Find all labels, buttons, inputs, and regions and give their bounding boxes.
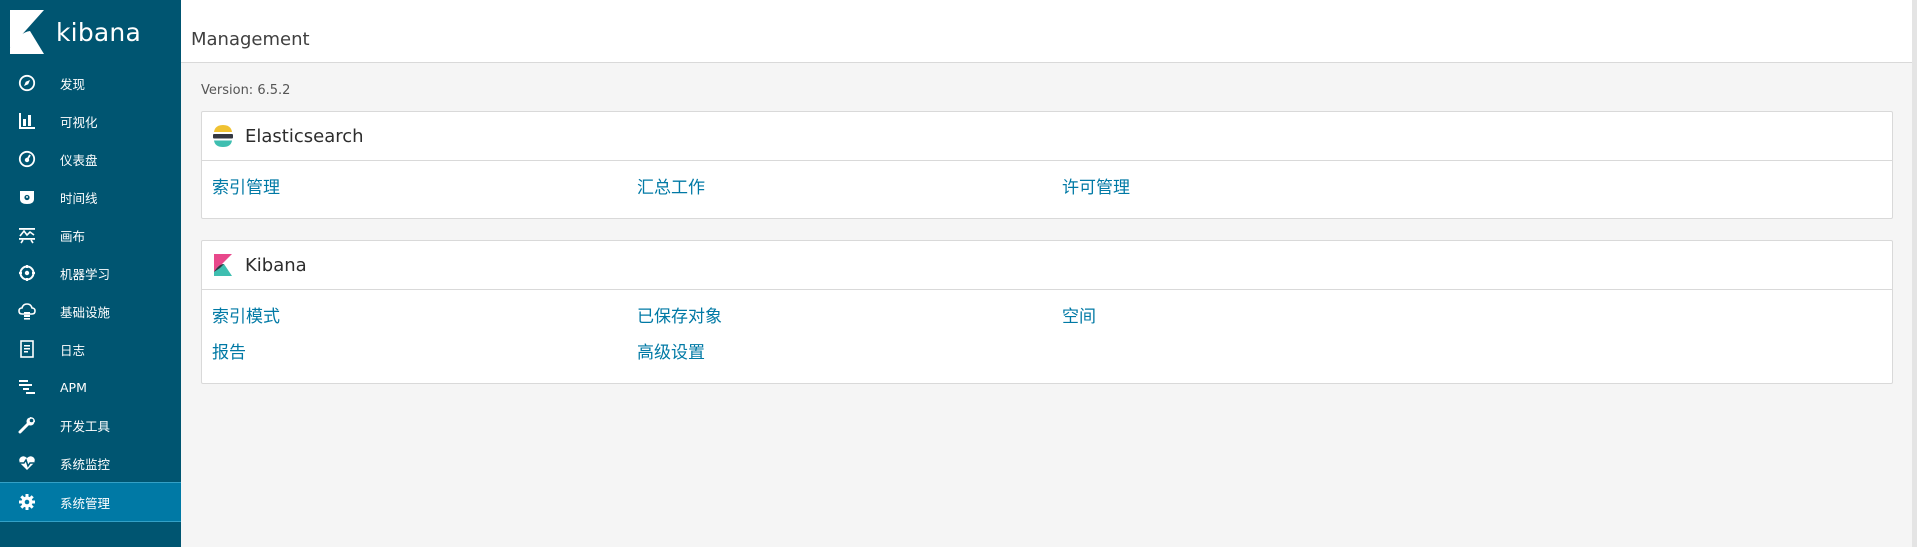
nav-item-label: 基础设施 xyxy=(60,304,111,320)
elasticsearch-logo-icon xyxy=(213,125,233,147)
kibana-logo-icon xyxy=(214,254,232,276)
panel-links: 索引模式 已保存对象 空间 报告 高级设置 xyxy=(202,290,1892,390)
logs-icon xyxy=(17,339,37,359)
nav-item-label: 系统监控 xyxy=(60,456,111,472)
nav-item-label: APM xyxy=(60,379,87,395)
sidebar: kibana 发现 可视化 仪表盘 时间线 画布 机器学习 基础设施 日志 AP… xyxy=(0,0,181,547)
scrollbar[interactable] xyxy=(1912,0,1917,547)
elasticsearch-panel: Elasticsearch 索引管理 汇总工作 许可管理 xyxy=(201,111,1893,219)
nav-item-machine-learning[interactable]: 机器学习 xyxy=(0,254,181,292)
brand-name: kibana xyxy=(56,17,141,47)
nav-item-apm[interactable]: APM xyxy=(0,368,181,406)
page-title: Management xyxy=(191,29,310,50)
wrench-icon xyxy=(17,415,37,435)
nav-item-timelion[interactable]: 时间线 xyxy=(0,178,181,216)
nav-item-label: 系统管理 xyxy=(60,495,111,511)
nav-item-label: 时间线 xyxy=(60,190,98,206)
nav-item-label: 开发工具 xyxy=(60,418,111,434)
heart-monitor-icon xyxy=(17,453,37,473)
nav-item-label: 可视化 xyxy=(60,114,98,130)
link-license-management[interactable]: 许可管理 xyxy=(1062,177,1487,213)
nav-item-infrastructure[interactable]: 基础设施 xyxy=(0,292,181,330)
apm-icon xyxy=(17,377,37,397)
link-rollup-jobs[interactable]: 汇总工作 xyxy=(637,177,1062,213)
kibana-logo-icon xyxy=(10,10,44,54)
dashboard-icon xyxy=(17,149,37,169)
link-index-patterns[interactable]: 索引模式 xyxy=(212,306,637,342)
nav-item-management[interactable]: 系统管理 xyxy=(0,482,181,522)
top-bar: Management xyxy=(181,0,1912,63)
nav-item-dev-tools[interactable]: 开发工具 xyxy=(0,406,181,444)
panel-links: 索引管理 汇总工作 许可管理 xyxy=(202,161,1892,225)
version-text: Version: 6.5.2 xyxy=(201,83,291,98)
panel-title: Kibana xyxy=(245,254,307,276)
nav-item-logs[interactable]: 日志 xyxy=(0,330,181,368)
timeline-icon xyxy=(17,187,37,207)
link-saved-objects[interactable]: 已保存对象 xyxy=(637,306,1062,342)
nav-item-label: 画布 xyxy=(60,228,86,244)
nav-item-label: 仪表盘 xyxy=(60,152,98,168)
gear-icon xyxy=(17,492,37,512)
link-advanced-settings[interactable]: 高级设置 xyxy=(637,342,1062,378)
bar-chart-icon xyxy=(17,111,37,131)
kibana-panel: Kibana 索引模式 已保存对象 空间 报告 高级设置 xyxy=(201,240,1893,384)
panel-header: Elasticsearch xyxy=(202,112,1892,161)
kibana-logo[interactable]: kibana xyxy=(0,0,181,64)
main-content: Version: 6.5.2 Elasticsearch 索引管理 汇总工作 许… xyxy=(201,62,1893,384)
link-reporting[interactable]: 报告 xyxy=(212,342,637,378)
nav-item-visualize[interactable]: 可视化 xyxy=(0,102,181,140)
infrastructure-icon xyxy=(17,301,37,321)
machine-learning-icon xyxy=(17,263,37,283)
panel-header: Kibana xyxy=(202,241,1892,290)
link-index-management[interactable]: 索引管理 xyxy=(212,177,637,213)
compass-icon xyxy=(17,73,37,93)
nav-item-canvas[interactable]: 画布 xyxy=(0,216,181,254)
panel-title: Elasticsearch xyxy=(245,125,364,147)
link-spaces[interactable]: 空间 xyxy=(1062,306,1487,342)
nav-item-label: 发现 xyxy=(60,76,86,92)
nav-item-label: 日志 xyxy=(60,342,86,358)
canvas-icon xyxy=(17,225,37,245)
nav-item-monitoring[interactable]: 系统监控 xyxy=(0,444,181,482)
nav-item-dashboard[interactable]: 仪表盘 xyxy=(0,140,181,178)
nav-item-label: 机器学习 xyxy=(60,266,111,282)
nav-item-discover[interactable]: 发现 xyxy=(0,64,181,102)
